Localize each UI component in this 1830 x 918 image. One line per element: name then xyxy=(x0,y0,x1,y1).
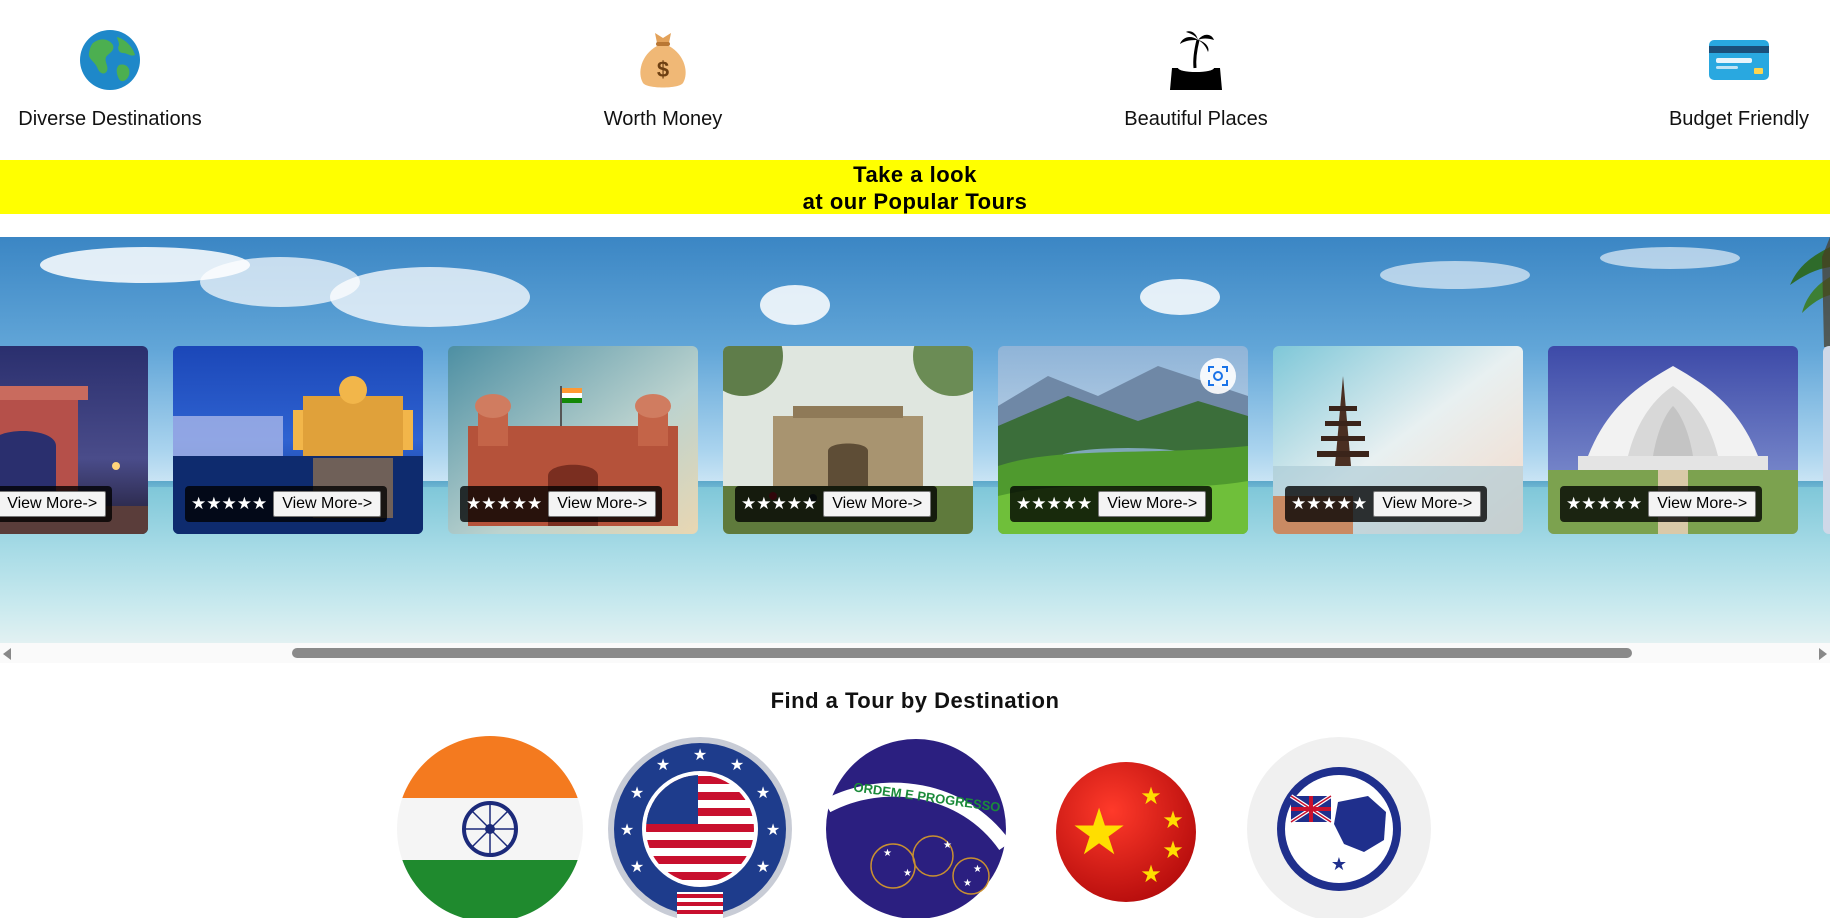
china-flag-icon[interactable]: ★ ★ ★ ★ ★ xyxy=(1033,736,1219,918)
cloud xyxy=(1140,279,1220,315)
star-rating: ★★★★★ xyxy=(191,494,268,513)
scrollbar-thumb[interactable] xyxy=(292,648,1632,658)
tours-carousel[interactable]: ★★★★★ View More-> ★★★★★ View More-> xyxy=(0,237,1830,643)
svg-text:★: ★ xyxy=(693,745,707,764)
tour-card[interactable]: ★★★★★ View More-> xyxy=(173,346,423,534)
tour-card[interactable]: ★★★★★ View More-> xyxy=(0,346,148,534)
svg-text:★: ★ xyxy=(1162,836,1184,864)
visual-search-icon[interactable] xyxy=(1200,358,1236,394)
palm-tree-icon xyxy=(1790,237,1830,347)
svg-text:★: ★ xyxy=(973,864,982,875)
svg-text:★: ★ xyxy=(766,820,780,839)
svg-text:★: ★ xyxy=(903,868,912,879)
scroll-right-arrow-icon[interactable] xyxy=(1819,648,1827,660)
svg-text:★: ★ xyxy=(1070,796,1127,870)
page: Diverse Destinations $ Worth Money Beaut… xyxy=(0,0,1830,918)
feature-label: Worth Money xyxy=(603,108,723,130)
feature-label: Beautiful Places xyxy=(1124,108,1268,130)
tour-rating-bar: ★★★★★ View More-> xyxy=(1010,486,1213,522)
feature-diverse-destinations: Diverse Destinations xyxy=(14,28,206,131)
svg-text:★: ★ xyxy=(963,878,972,889)
tour-rating-bar: ★★★★★ View More-> xyxy=(185,486,388,522)
svg-text:★: ★ xyxy=(883,848,892,859)
tour-rating-bar: ★★★★★ View More-> xyxy=(0,486,113,522)
svg-text:$: $ xyxy=(657,57,669,82)
tour-rating-bar: ★★★★★ View More-> xyxy=(460,486,663,522)
feature-label: Diverse Destinations xyxy=(18,108,202,130)
cloud xyxy=(1600,247,1740,269)
svg-text:★: ★ xyxy=(620,820,634,839)
banner-line-1: Take a look xyxy=(853,162,977,187)
india-flag-icon[interactable] xyxy=(397,736,583,918)
view-more-button[interactable]: View More-> xyxy=(1648,491,1757,517)
popular-tours-banner: Take a look at our Popular Tours xyxy=(0,160,1830,214)
tour-card[interactable]: ★★★★★ View More-> xyxy=(998,346,1248,534)
banner-line-2: at our Popular Tours xyxy=(802,189,1028,214)
tour-rating-bar: ★★★★★ View More-> xyxy=(735,486,938,522)
star-rating: ★★★★★ xyxy=(741,494,818,513)
svg-text:★: ★ xyxy=(630,857,644,876)
svg-text:★: ★ xyxy=(1331,854,1347,875)
island-icon xyxy=(1164,28,1228,92)
tour-rating-bar: ★★★★★ View More-> xyxy=(1560,486,1763,522)
feature-label: Budget Friendly xyxy=(1668,108,1810,130)
svg-text:★: ★ xyxy=(630,783,644,802)
star-rating: ★★★★★ xyxy=(1566,494,1643,513)
cloud xyxy=(760,285,830,325)
star-rating: ★★★★★ xyxy=(1291,494,1368,513)
globe-icon xyxy=(78,28,142,92)
svg-text:★: ★ xyxy=(943,840,952,851)
svg-text:★: ★ xyxy=(1140,782,1162,810)
tour-card[interactable]: ★★★★★ View More-> xyxy=(1273,346,1523,534)
scroll-left-arrow-icon[interactable] xyxy=(3,648,11,660)
feature-worth-money: $ Worth Money xyxy=(562,28,764,131)
view-more-button[interactable]: View More-> xyxy=(273,491,382,517)
tour-rating-bar: ★★★★★ View More-> xyxy=(1285,486,1488,522)
cloud xyxy=(330,267,530,327)
star-rating: ★★★★★ xyxy=(466,494,543,513)
credit-card-icon xyxy=(1707,28,1771,92)
tour-card[interactable]: ★★★★★ View More-> xyxy=(448,346,698,534)
usa-flag-icon[interactable]: ★ ★ ★ ★ ★ ★ ★ ★ ★ xyxy=(607,736,793,918)
view-more-button[interactable]: View More-> xyxy=(823,491,932,517)
tour-card[interactable]: ★★★★★ View More-> xyxy=(1548,346,1798,534)
features-row: Diverse Destinations $ Worth Money Beaut… xyxy=(0,0,1830,160)
cloud xyxy=(1380,261,1530,289)
star-rating: ★★★★★ xyxy=(1016,494,1093,513)
carousel-scrollbar[interactable] xyxy=(0,643,1830,663)
svg-text:★: ★ xyxy=(730,755,744,774)
tour-card[interactable] xyxy=(1823,346,1830,534)
feature-budget-friendly: Budget Friendly xyxy=(1664,28,1814,131)
view-more-button[interactable]: View More-> xyxy=(1373,491,1482,517)
tour-card[interactable]: ★★★★★ View More-> xyxy=(723,346,973,534)
view-more-button[interactable]: View More-> xyxy=(1098,491,1207,517)
view-more-button[interactable]: View More-> xyxy=(548,491,657,517)
money-bag-icon: $ xyxy=(631,28,695,92)
destinations-title: Find a Tour by Destination xyxy=(770,688,1060,713)
svg-text:★: ★ xyxy=(756,857,770,876)
svg-text:★: ★ xyxy=(656,755,670,774)
view-more-button[interactable]: View More-> xyxy=(0,491,107,517)
feature-beautiful-places: Beautiful Places xyxy=(1112,28,1280,131)
svg-text:★: ★ xyxy=(1162,806,1184,834)
svg-text:★: ★ xyxy=(756,783,770,802)
australia-flag-icon[interactable]: ★ xyxy=(1246,736,1432,918)
svg-text:★: ★ xyxy=(1140,860,1162,888)
brazil-flag-icon[interactable]: ORDEM E PROGRESSO ★ ★ ★ ★ ★ xyxy=(823,736,1009,918)
